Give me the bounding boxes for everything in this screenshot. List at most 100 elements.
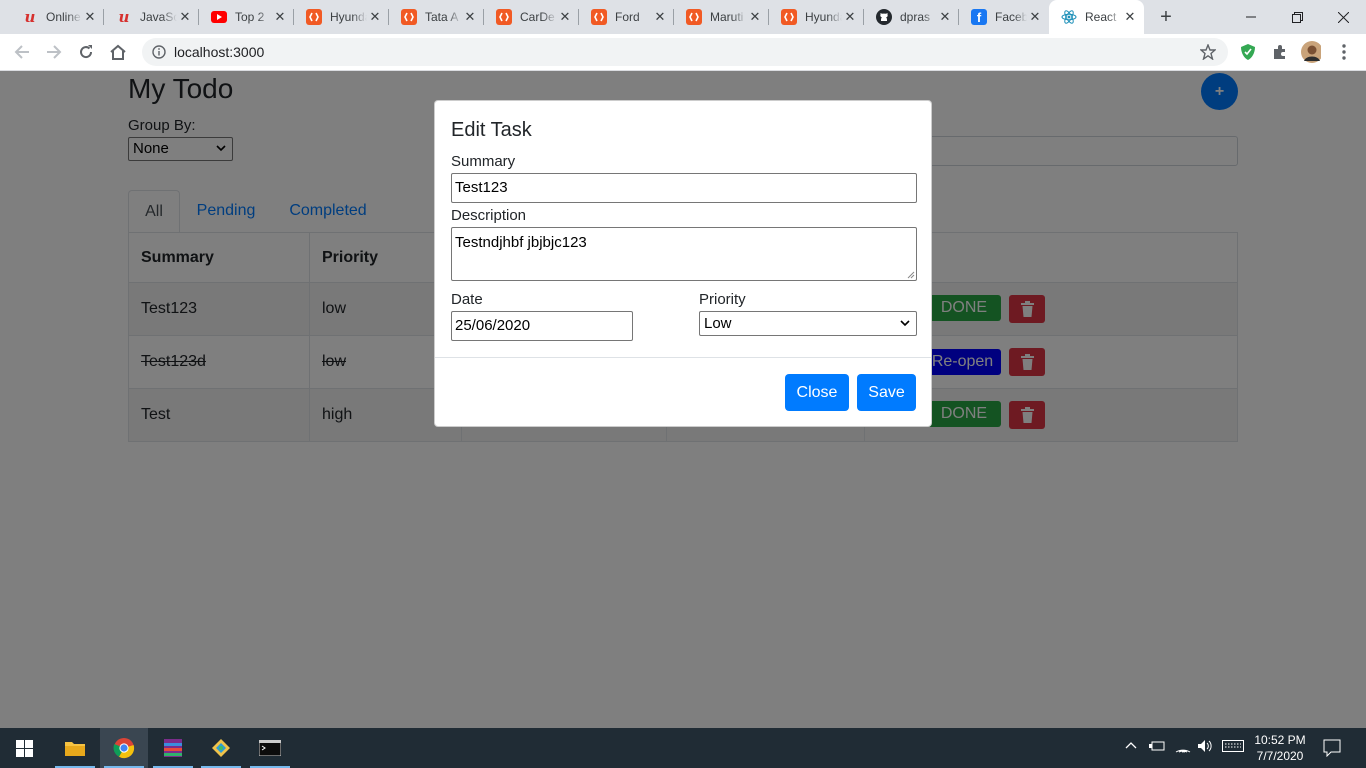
forward-icon[interactable] — [44, 42, 64, 62]
page-content: My Todo Group By: None + All Pending Com… — [0, 71, 1366, 728]
system-clock[interactable]: 10:52 PM 7/7/2020 — [1250, 732, 1310, 764]
priority-select-value: Low — [704, 315, 732, 332]
close-tab-icon[interactable]: ✕ — [937, 9, 953, 25]
close-tab-icon[interactable]: ✕ — [82, 9, 98, 25]
browser-tab[interactable]: u Online ✕ — [10, 0, 104, 34]
chrome-icon[interactable] — [100, 728, 148, 768]
keyboard-icon[interactable] — [1222, 740, 1244, 752]
home-icon[interactable] — [108, 42, 128, 62]
tab-title: React — [1085, 10, 1117, 24]
browser-tab[interactable]: u JavaScript ✕ — [104, 0, 199, 34]
orange-site-icon — [781, 9, 797, 25]
browser-tab[interactable]: f Faceb ✕ — [959, 0, 1049, 34]
tab-title: Ford — [615, 10, 640, 24]
tab-title: Faceb — [995, 10, 1027, 24]
close-tab-icon[interactable]: ✕ — [842, 9, 858, 25]
tab-title: Top 2 — [235, 10, 265, 24]
github-icon — [876, 9, 892, 25]
close-tab-icon[interactable]: ✕ — [177, 9, 193, 25]
extensions-puzzle-icon[interactable] — [1270, 42, 1290, 62]
windows-start-icon[interactable] — [0, 728, 48, 768]
restore-window-button[interactable] — [1274, 0, 1320, 34]
summary-input[interactable]: Test123 — [451, 173, 917, 203]
orange-site-icon — [496, 9, 512, 25]
facebook-icon: f — [971, 9, 987, 25]
priority-select[interactable]: Low — [699, 311, 917, 336]
date-input[interactable]: 25/06/2020 — [451, 311, 633, 341]
winrar-icon[interactable] — [149, 728, 197, 768]
wifi-icon[interactable] — [1174, 738, 1192, 754]
address-bar[interactable]: localhost:3000 — [142, 38, 1228, 66]
modal-footer-divider — [435, 357, 931, 358]
date-label: Date — [451, 291, 483, 308]
notifications-icon[interactable] — [1323, 739, 1341, 757]
description-label: Description — [451, 207, 527, 224]
browser-tab[interactable]: Hyundai ✕ — [294, 0, 389, 34]
profile-avatar[interactable] — [1301, 41, 1321, 63]
close-window-button[interactable] — [1320, 0, 1366, 34]
battery-icon[interactable] — [1149, 740, 1165, 752]
close-tab-icon[interactable]: ✕ — [652, 9, 668, 25]
browser-tab[interactable]: Top 2 ✕ — [199, 0, 294, 34]
browser-tab[interactable]: Tata A ✕ — [389, 0, 484, 34]
modal-title: Edit Task — [451, 119, 532, 141]
git-kraken-icon[interactable] — [197, 728, 245, 768]
volume-icon[interactable] — [1197, 739, 1213, 753]
priority-label: Priority — [699, 291, 746, 308]
save-button[interactable]: Save — [857, 374, 916, 411]
site-info-icon[interactable] — [152, 45, 166, 59]
browser-tab[interactable]: CarDe ✕ — [484, 0, 579, 34]
orange-site-icon — [306, 9, 322, 25]
close-tab-icon[interactable]: ✕ — [1027, 9, 1043, 25]
close-tab-icon[interactable]: ✕ — [747, 9, 763, 25]
close-tab-icon[interactable]: ✕ — [272, 9, 288, 25]
description-text: Testndjhbf jbjbjc123 — [455, 234, 587, 251]
windows-taskbar: 10:52 PM 7/7/2020 — [0, 728, 1366, 768]
chevron-down-icon — [900, 320, 910, 327]
bookmark-star-icon[interactable] — [1200, 44, 1216, 60]
tab-title: dpras — [900, 10, 931, 24]
tab-title: Hyundai — [805, 10, 842, 24]
url-text: localhost:3000 — [174, 44, 265, 60]
description-textarea[interactable]: Testndjhbf jbjbjc123 — [451, 227, 917, 281]
browser-tab-strip: u Online ✕ u JavaScript ✕ Top 2 ✕ Hyunda… — [0, 0, 1366, 34]
browser-toolbar: localhost:3000 — [0, 34, 1366, 71]
edit-task-modal: Edit Task Summary Test123 Description Te… — [434, 100, 932, 427]
react-icon — [1061, 9, 1077, 25]
tab-title: Tata A — [425, 10, 459, 24]
tab-title: Online — [46, 10, 81, 24]
tab-title: Hyundai — [330, 10, 367, 24]
youtube-icon — [211, 11, 227, 23]
close-tab-icon[interactable]: ✕ — [367, 9, 383, 25]
orange-site-icon — [591, 9, 607, 25]
orange-site-icon — [686, 9, 702, 25]
new-tab-button[interactable]: + — [1156, 7, 1176, 27]
reload-icon[interactable] — [76, 42, 96, 62]
tab-title: Maruti — [710, 10, 744, 24]
browser-tab-active[interactable]: React ✕ — [1049, 0, 1144, 34]
clock-date: 7/7/2020 — [1256, 749, 1304, 763]
file-explorer-icon[interactable] — [51, 728, 99, 768]
tab-title: JavaScript — [140, 10, 177, 24]
browser-tab[interactable]: Maruti ✕ — [674, 0, 769, 34]
udemy-icon: u — [118, 8, 130, 26]
clock-time: 10:52 PM — [1254, 733, 1306, 747]
close-button[interactable]: Close — [785, 374, 849, 411]
summary-label: Summary — [451, 153, 516, 170]
browser-tab[interactable]: Hyundai ✕ — [769, 0, 864, 34]
udemy-icon: u — [24, 8, 36, 26]
browser-tab[interactable]: dpras ✕ — [864, 0, 959, 34]
close-tab-icon[interactable]: ✕ — [557, 9, 573, 25]
tray-chevron-up-icon[interactable] — [1125, 741, 1137, 749]
orange-site-icon — [401, 9, 417, 25]
tab-title: CarDe — [520, 10, 555, 24]
browser-tab[interactable]: Ford ✕ — [579, 0, 674, 34]
back-icon[interactable] — [12, 42, 32, 62]
minimize-window-button[interactable] — [1228, 0, 1274, 34]
terminal-icon[interactable] — [246, 728, 294, 768]
menu-dots-icon[interactable] — [1334, 42, 1354, 62]
close-tab-icon[interactable]: ✕ — [1122, 9, 1138, 25]
resize-handle-icon[interactable] — [907, 271, 915, 279]
shield-extension-icon[interactable] — [1238, 42, 1258, 62]
close-tab-icon[interactable]: ✕ — [462, 9, 478, 25]
